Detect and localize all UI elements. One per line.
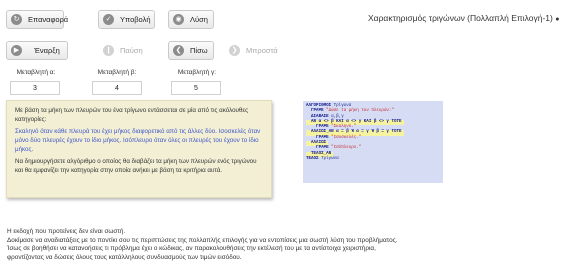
page-title: Χαρακτηρισμός τριγώνων (Πολλαπλή Επιλογή… (368, 13, 560, 23)
submit-label: Υποβολή (120, 15, 151, 24)
code-line-2-string: "Δώσε τα μήκη των πλευρών:" (323, 109, 394, 114)
reset-label: Επαναφορά (28, 15, 69, 24)
problem-task: Να δημιουργήσετε αλγόριθμο ο οποίος θα δ… (15, 158, 257, 175)
eye-icon: ◉ (173, 14, 184, 25)
bullet-icon: ● (555, 16, 560, 23)
feedback-line-3: Ίσως σε βοηθήσει να κατανοήσεις τι πρόβλ… (7, 245, 376, 253)
variable-a-label: Μεταβλητή α: (16, 69, 56, 76)
code-line-7-string: "Ισοσκελές." (328, 135, 362, 140)
variable-b-label: Μεταβλητή β: (97, 69, 137, 76)
play-icon: ▶ (11, 45, 22, 56)
start-label: Έναρξη (34, 46, 60, 55)
code-line-5-keyword: ΓΡΑΨΕ (306, 125, 329, 130)
forward-button[interactable]: ❯ Μπροστά (224, 41, 282, 60)
arrow-right-icon: ❯ (229, 45, 240, 56)
code-line-2-keyword: ΓΡΑΨΕ (306, 109, 324, 114)
solution-button[interactable]: ◉ Λύση (168, 10, 214, 29)
forward-label: Μπροστά (246, 46, 278, 55)
scalene-definition: Σκαληνό όταν κάθε πλευρά του έχει μήκος … (15, 128, 217, 136)
check-icon: ✓ (103, 14, 114, 25)
problem-intro: Με βάση τα μήκη των πλευρών του ένα τρίγ… (15, 107, 249, 123)
code-line-1-keyword: ΑΛΓΟΡΙΘΜΟΣ (306, 104, 332, 108)
variable-a-field[interactable]: 3 (10, 81, 60, 95)
back-label: Πίσω (190, 46, 208, 55)
back-button[interactable]: ❮ Πίσω (168, 41, 214, 60)
problem-statement: Με βάση τα μήκη των πλευρών του ένα τρίγ… (6, 100, 272, 198)
submit-button[interactable]: ✓ Υποβολή (98, 10, 155, 29)
algorithm-code[interactable]: ΑΛΓΟΡΙΘΜΟΣ Τρίγωνα ΓΡΑΨΕ "Δώσε τα μήκη τ… (303, 101, 443, 183)
variable-c-field[interactable]: 5 (171, 81, 221, 95)
pause-icon: ❙ (103, 45, 114, 56)
refresh-icon: ↻ (11, 14, 22, 25)
code-line-11-name: Τρίγωνα (318, 156, 339, 161)
code-line-7-keyword: ΓΡΑΨΕ (306, 135, 329, 140)
feedback-line-1: Η εκδοχή που προτείνεις δεν είναι σωστή. (7, 228, 126, 235)
solution-label: Λύση (190, 15, 208, 24)
pause-label: Παύση (120, 46, 143, 55)
category-definitions: Σκαληνό όταν κάθε πλευρά του έχει μήκος … (15, 128, 263, 154)
reset-button[interactable]: ↻ Επαναφορά (6, 10, 68, 29)
pause-button[interactable]: ❙ Παύση (98, 41, 154, 60)
feedback-line-4: φροντίζοντας να δώσεις όλους τους κατάλλ… (7, 254, 242, 262)
variable-b-field[interactable]: 4 (92, 81, 142, 95)
variable-c-label: Μεταβλητή γ: (177, 69, 217, 76)
code-line-1-name: Τρίγωνα (331, 104, 352, 108)
code-line-3-keyword: ΔΙΑΒΑΣΕ (306, 114, 329, 119)
arrow-left-icon: ❮ (173, 45, 184, 56)
code-line-11-keyword: ΤΕΛΟΣ (306, 156, 319, 161)
start-button[interactable]: ▶ Έναρξη (6, 41, 68, 60)
code-line-9-string: "Ισόπλευρο." (328, 146, 362, 151)
code-line-9-keyword: ΓΡΑΨΕ (306, 146, 329, 151)
code-line-5-string: "Σκαληνό." (328, 125, 357, 130)
feedback-message: Η εκδοχή που προτείνεις δεν είναι σωστή.… (7, 228, 572, 263)
code-line-3-vars: α,β,γ (328, 114, 344, 119)
